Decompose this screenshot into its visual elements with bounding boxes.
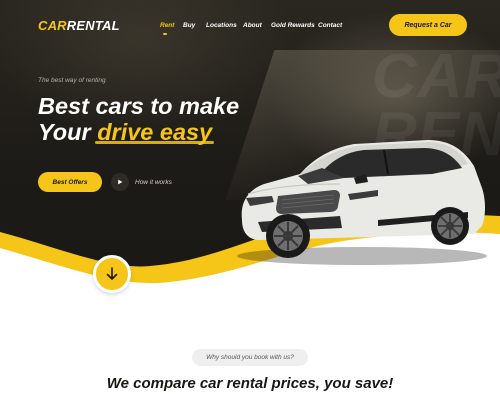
nav-item-about[interactable]: About [243, 22, 262, 29]
nav-item-buy[interactable]: Buy [183, 22, 195, 29]
hero-headline: Best cars to make Your drive easy [38, 93, 239, 145]
why-book-pill: Why should you book with us? [192, 349, 308, 366]
brand-logo[interactable]: CARRENTAL [38, 18, 120, 33]
nav-item-locations[interactable]: Locations [206, 22, 237, 29]
section-title-highlight: you save! [324, 375, 394, 392]
play-icon [111, 173, 129, 191]
nav-item-gold-rewards[interactable]: Gold Rewards [271, 22, 315, 29]
section-title: We compare car rental prices, you save! [0, 375, 500, 392]
hero-tagline: The best way of renting [38, 77, 106, 84]
hero-headline-line2-prefix: Your [38, 119, 98, 145]
request-car-button[interactable]: Request a Car [389, 14, 467, 36]
nav-item-rent[interactable]: Rent [160, 22, 174, 35]
arrow-down-icon [106, 267, 118, 280]
scroll-down-button[interactable] [93, 255, 131, 293]
how-it-works-label: How it works [135, 178, 172, 186]
nav-item-contact[interactable]: Contact [318, 22, 342, 29]
how-it-works-link[interactable]: How it works [111, 172, 172, 192]
hero-headline-highlight: drive easy [97, 119, 213, 145]
section-title-prefix: We compare car rental prices, [106, 375, 325, 392]
brand-logo-car: CAR [38, 18, 67, 33]
brand-logo-rental: RENTAL [66, 18, 120, 33]
car-image [237, 140, 487, 265]
best-offers-button[interactable]: Best Offers [38, 172, 102, 192]
hero-headline-line1: Best cars to make [38, 93, 240, 119]
